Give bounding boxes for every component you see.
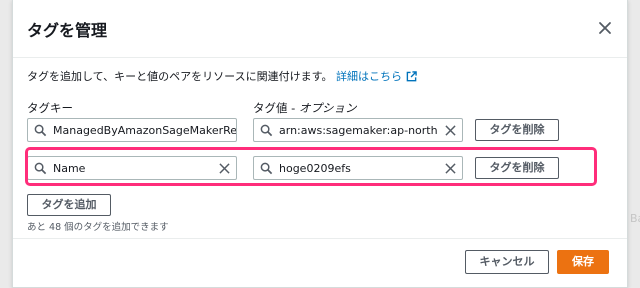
cancel-button[interactable]: キャンセル (465, 250, 549, 274)
details-link-label[interactable]: 詳細はこちら (336, 70, 402, 83)
description-text: タグを追加して、キーと値のペアをリソースに関連付けます。 (27, 70, 333, 83)
value-column-label-option: オプション (298, 101, 357, 115)
modal-title: タグを管理 (27, 21, 108, 40)
value-column-label-main: タグ値 - (253, 101, 299, 115)
value-column-label: タグ値 - オプション (253, 100, 356, 116)
modal-description: タグを追加して、キーと値のペアをリソースに関連付けます。 詳細はこちら (27, 68, 417, 84)
modal-header: タグを管理 (13, 0, 627, 58)
tag-key-value[interactable]: ManagedByAmazonSageMakerResou (53, 124, 236, 137)
search-icon (260, 124, 273, 137)
remaining-tags-hint: あと 48 個のタグを追加できます (27, 222, 169, 233)
tag-key-input[interactable]: ManagedByAmazonSageMakerResou (27, 118, 237, 142)
details-link[interactable]: 詳細はこちら (336, 70, 417, 83)
tag-value-value[interactable]: arn:aws:sagemaker:ap-northeast- (279, 124, 438, 137)
key-column-label: タグキー (27, 101, 73, 115)
clear-icon[interactable] (445, 125, 456, 136)
highlight-box (25, 147, 597, 186)
background-fragment: Ba (630, 212, 640, 225)
external-link-icon (406, 71, 417, 82)
manage-tags-modal: タグを管理 タグを追加して、キーと値のペアをリソースに関連付けます。 詳細はこち… (12, 0, 628, 288)
add-tag-button[interactable]: タグを追加 (27, 194, 111, 216)
modal-footer: キャンセル 保存 (13, 238, 627, 288)
save-button[interactable]: 保存 (557, 250, 609, 274)
close-icon[interactable] (597, 20, 613, 36)
tag-value-input[interactable]: arn:aws:sagemaker:ap-northeast- (253, 118, 463, 142)
remove-tag-button[interactable]: タグを削除 (475, 119, 559, 141)
search-icon (34, 124, 47, 137)
